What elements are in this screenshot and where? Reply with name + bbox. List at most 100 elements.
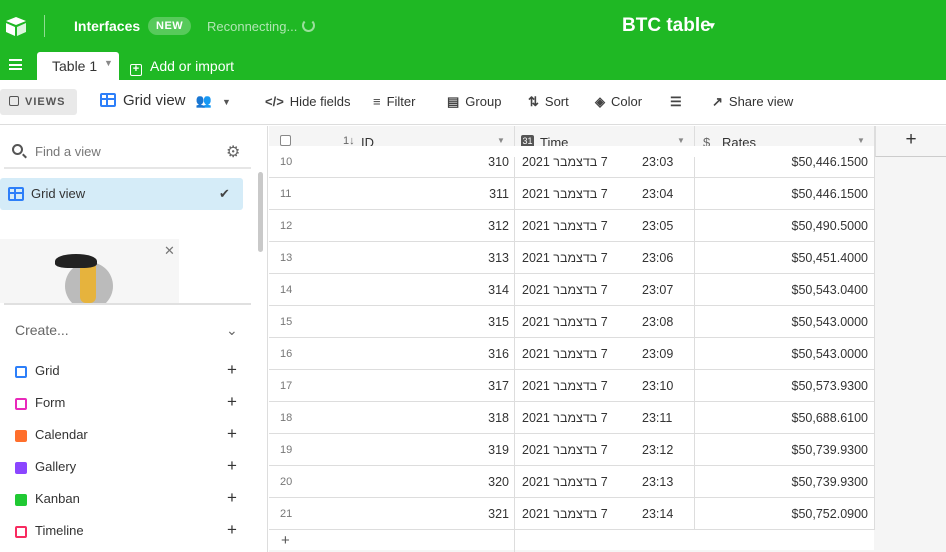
plus-icon[interactable]: + [227,424,237,444]
cell-id[interactable]: 312 [429,219,509,233]
chevron-down-icon[interactable]: ▼ [677,136,685,145]
plus-icon[interactable]: + [227,392,237,412]
hide-fields-button[interactable]: </> Hide fields [265,94,351,109]
cell-date[interactable]: 7 בדצמבר 2021 [522,507,608,521]
cell-date[interactable]: 7 בדצמבר 2021 [522,187,608,201]
table-row[interactable]: 20 320 7 בדצמבר 2021 23:13 $50,739.9300 [269,466,874,498]
tab-table-1[interactable]: Table 1 ▼ [37,52,119,80]
table-row[interactable]: 17 317 7 בדצמבר 2021 23:10 $50,573.9300 [269,370,874,402]
base-title[interactable]: BTC table [622,15,711,37]
table-row[interactable]: 15 315 7 בדצמבר 2021 23:08 $50,543.0000 [269,306,874,338]
close-icon[interactable]: ✕ [164,243,175,259]
cell-date[interactable]: 7 בדצמבר 2021 [522,283,608,297]
cell-id[interactable]: 313 [429,251,509,265]
plus-icon[interactable]: + [227,488,237,508]
cell-rate[interactable]: $50,573.9300 [694,379,868,393]
cell-date[interactable]: 7 בדצמבר 2021 [522,155,608,169]
cell-time[interactable]: 23:06 [642,251,673,265]
cell-time[interactable]: 23:09 [642,347,673,361]
table-row[interactable]: 18 318 7 בדצמבר 2021 23:11 $50,688.6100 [269,402,874,434]
cell-id[interactable]: 310 [429,155,509,169]
create-timeline[interactable]: Timeline + [15,520,245,543]
sort-button[interactable]: ⇅ Sort [528,94,569,110]
chevron-down-icon[interactable]: ▼ [497,136,505,145]
cell-date[interactable]: 7 בדצמבר 2021 [522,411,608,425]
cell-date[interactable]: 7 בדצמבר 2021 [522,475,608,489]
cell-id[interactable]: 316 [429,347,509,361]
cell-time[interactable]: 23:03 [642,155,673,169]
filter-button[interactable]: ≡ Filter [373,94,415,109]
cell-time[interactable]: 23:04 [642,187,673,201]
cell-rate[interactable]: $50,543.0400 [694,283,868,297]
cell-rate[interactable]: $50,446.1500 [694,155,868,169]
color-button[interactable]: ◈ Color [595,94,642,110]
chevron-down-icon[interactable]: ▼ [707,21,717,32]
cell-rate[interactable]: $50,543.0000 [694,347,868,361]
cell-time[interactable]: 23:05 [642,219,673,233]
interfaces-link[interactable]: Interfaces [74,18,140,34]
add-row-button[interactable]: + [269,530,874,550]
cell-id[interactable]: 321 [429,507,509,521]
cell-time[interactable]: 23:12 [642,443,673,457]
cell-time[interactable]: 23:08 [642,315,673,329]
select-all-checkbox[interactable] [280,135,291,146]
views-toggle-button[interactable]: VIEWS [0,89,77,115]
cell-time[interactable]: 23:10 [642,379,673,393]
cell-date[interactable]: 7 בדצמבר 2021 [522,219,608,233]
table-row[interactable]: 21 321 7 בדצמבר 2021 23:14 $50,752.0900 [269,498,874,530]
cell-id[interactable]: 314 [429,283,509,297]
promo-video-card[interactable]: ✕ [0,239,179,303]
cell-time[interactable]: 23:07 [642,283,673,297]
table-row[interactable]: 14 314 7 בדצמבר 2021 23:07 $50,543.0400 [269,274,874,306]
cell-id[interactable]: 319 [429,443,509,457]
plus-icon[interactable]: + [227,360,237,380]
cell-rate[interactable]: $50,543.0000 [694,315,868,329]
create-kanban[interactable]: Kanban + [15,488,245,511]
group-button[interactable]: ▤ Group [447,94,501,110]
create-form[interactable]: Form + [15,392,245,415]
find-view-search[interactable]: Find a view ⚙ [4,137,251,169]
gear-icon[interactable]: ⚙ [226,142,240,162]
cell-id[interactable]: 315 [429,315,509,329]
chevron-down-icon[interactable]: ▼ [857,136,865,145]
cell-date[interactable]: 7 בדצמבר 2021 [522,251,608,265]
table-row[interactable]: 12 312 7 בדצמבר 2021 23:05 $50,490.5000 [269,210,874,242]
cell-rate[interactable]: $50,446.1500 [694,187,868,201]
share-view-button[interactable]: ↗ Share view [712,94,793,110]
create-grid[interactable]: Grid + [15,360,245,383]
add-or-import-button[interactable]: + Add or import [130,58,234,76]
chevron-down-icon[interactable]: ⌄ [226,322,238,339]
menu-icon[interactable] [9,59,22,70]
create-view-heading[interactable]: Create... [15,322,69,338]
add-column-button[interactable]: + [875,126,946,157]
airtable-logo-icon[interactable] [4,15,28,37]
cell-rate[interactable]: $50,739.9300 [694,443,868,457]
cell-rate[interactable]: $50,490.5000 [694,219,868,233]
table-row[interactable]: 16 316 7 בדצמבר 2021 23:09 $50,543.0000 [269,338,874,370]
create-calendar[interactable]: Calendar + [15,424,245,447]
cell-time[interactable]: 23:13 [642,475,673,489]
plus-icon[interactable]: + [227,520,237,540]
chevron-down-icon[interactable]: ▼ [104,58,113,68]
cell-id[interactable]: 311 [429,187,509,201]
cell-time[interactable]: 23:11 [642,411,672,425]
cell-rate[interactable]: $50,739.9300 [694,475,868,489]
cell-id[interactable]: 317 [429,379,509,393]
cell-id[interactable]: 318 [429,411,509,425]
cell-rate[interactable]: $50,752.0900 [694,507,868,521]
cell-date[interactable]: 7 בדצמבר 2021 [522,379,608,393]
table-row[interactable]: 10 310 7 בדצמבר 2021 23:03 $50,446.1500 [269,146,874,178]
view-switcher[interactable]: Grid view 👥 ▼ [100,92,231,109]
cell-rate[interactable]: $50,688.6100 [694,411,868,425]
find-view-input[interactable]: Find a view [35,144,101,159]
cell-rate[interactable]: $50,451.4000 [694,251,868,265]
table-row[interactable]: 13 313 7 בדצמבר 2021 23:06 $50,451.4000 [269,242,874,274]
cell-date[interactable]: 7 בדצמבר 2021 [522,443,608,457]
create-gallery[interactable]: Gallery + [15,456,245,479]
cell-date[interactable]: 7 בדצמבר 2021 [522,347,608,361]
sidebar-item-grid-view[interactable]: Grid view ✔ [0,178,243,210]
table-row[interactable]: 11 311 7 בדצמבר 2021 23:04 $50,446.1500 [269,178,874,210]
cell-date[interactable]: 7 בדצמבר 2021 [522,315,608,329]
plus-icon[interactable]: + [227,456,237,476]
cell-id[interactable]: 320 [429,475,509,489]
